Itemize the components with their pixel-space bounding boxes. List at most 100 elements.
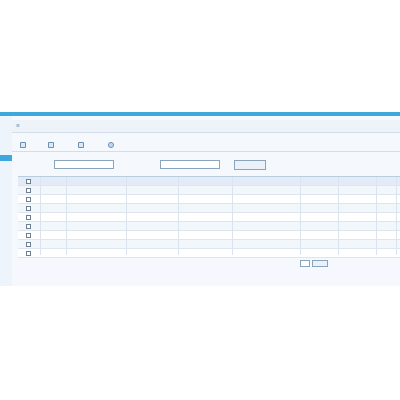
column-header[interactable] [376,177,396,186]
table-cell [40,204,66,213]
table-cell [40,186,66,195]
add-button[interactable] [20,140,42,149]
table-cell [178,195,232,204]
column-header[interactable] [338,177,376,186]
table-cell [338,186,376,195]
table-cell [300,240,338,249]
breadcrumb-path [30,123,90,129]
add-icon [20,141,26,148]
column-divider [396,177,397,255]
table-cell [232,222,300,231]
table-cell [376,222,396,231]
edit-button-label [56,142,70,148]
table-cell [40,213,66,222]
column-divider [126,177,127,255]
column-header[interactable] [40,177,66,186]
table-cell [178,240,232,249]
delete-button-label [86,142,100,148]
table-cell [300,249,338,258]
table-cell [126,222,178,231]
table-cell [376,195,396,204]
table-cell [338,240,376,249]
page-number-input[interactable] [300,259,310,267]
home-icon: ☰ [16,123,20,128]
table-cell [66,213,126,222]
table-cell [66,204,126,213]
table-cell [40,222,66,231]
column-divider [40,177,41,255]
table-cell [66,186,126,195]
table-cell [66,222,126,231]
column-header[interactable] [178,177,232,186]
search-field-2-input[interactable] [160,160,220,169]
select-all-checkbox[interactable] [26,179,31,184]
table-cell [178,222,232,231]
table-cell [232,195,300,204]
table-cell [338,249,376,258]
table-cell [376,186,396,195]
table-row[interactable] [18,204,400,213]
column-divider [232,177,233,255]
table-row[interactable] [18,222,400,231]
page-top-area [0,0,400,112]
table-header-row [18,177,400,186]
table-cell [178,186,232,195]
row-checkbox[interactable] [26,188,31,193]
table-cell [376,213,396,222]
row-checkbox[interactable] [26,215,31,220]
table-cell [376,231,396,240]
search-field-1-label [20,164,50,170]
table-row[interactable] [18,195,400,204]
table-cell [66,249,126,258]
data-grid [18,176,400,258]
column-divider [338,177,339,255]
column-divider [178,177,179,255]
table-cell [232,186,300,195]
column-header[interactable] [66,177,126,186]
table-row[interactable] [18,213,400,222]
table-cell [376,240,396,249]
table-cell [376,204,396,213]
row-checkbox[interactable] [26,197,31,202]
table-cell [178,204,232,213]
table-row[interactable] [18,249,400,258]
search-button[interactable] [234,160,266,170]
column-header[interactable] [232,177,300,186]
table-cell [338,204,376,213]
table-row[interactable] [18,186,400,195]
row-checkbox[interactable] [26,251,31,256]
table-cell [300,231,338,240]
row-checkbox[interactable] [26,242,31,247]
edit-icon [48,141,54,148]
column-header[interactable] [300,177,338,186]
row-checkbox[interactable] [26,224,31,229]
table-cell [126,204,178,213]
search-field-1-input[interactable] [54,160,114,169]
refresh-icon [108,141,114,148]
go-to-page-button[interactable] [312,259,328,267]
add-button-label [28,142,42,148]
table-cell [40,249,66,258]
row-checkbox[interactable] [26,206,31,211]
left-nav-active-tab[interactable] [0,155,12,161]
table-cell [300,222,338,231]
pagination-bar [180,258,330,268]
table-cell [126,249,178,258]
edit-button[interactable] [48,140,70,149]
delete-button[interactable] [78,140,100,149]
table-cell [126,186,178,195]
search-field-2-label [142,164,160,170]
table-cell [178,249,232,258]
delete-icon [78,141,84,148]
table-cell [232,204,300,213]
table-row[interactable] [18,240,400,249]
table-row[interactable] [18,231,400,240]
table-cell [338,213,376,222]
column-header[interactable] [126,177,178,186]
row-checkbox[interactable] [26,233,31,238]
table-cell [232,213,300,222]
toolbar-divider [12,151,400,152]
table-cell [338,231,376,240]
table-cell [66,231,126,240]
refresh-button[interactable] [108,140,130,149]
